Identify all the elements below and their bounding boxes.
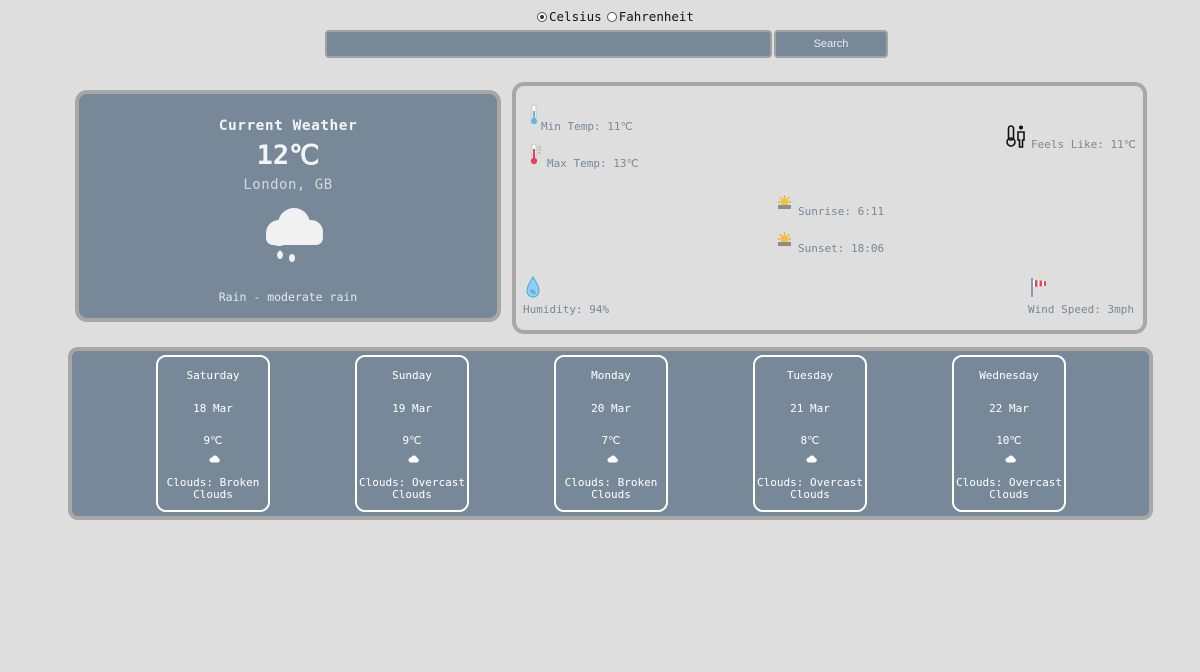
cloud-icon (607, 455, 618, 463)
celsius-label[interactable]: Celsius (549, 9, 602, 24)
cloud-icon (408, 455, 419, 463)
forecast-date: 19 Mar (392, 402, 432, 415)
cloud-icon (1005, 455, 1016, 463)
forecast-desc-line2: Clouds (790, 488, 830, 501)
cloud-icon (209, 455, 220, 463)
forecast-date: 22 Mar (989, 402, 1029, 415)
cloud-icon (806, 455, 817, 463)
forecast-card: Wednesday 22 Mar 10℃ Clouds: Overcast Clo… (952, 355, 1066, 512)
humidity-droplet-icon: % (526, 276, 540, 298)
fahrenheit-radio[interactable] (606, 11, 617, 22)
humidity-label: Humidity: 94% (523, 303, 610, 316)
sunset-label: Sunset: 18:06 (798, 242, 885, 255)
forecast-desc-line2: Clouds (591, 488, 631, 501)
search-button[interactable]: Search (774, 30, 888, 58)
sunrise-icon (778, 195, 791, 209)
forecast-date: 18 Mar (193, 402, 233, 415)
current-description: Rain - moderate rain (218, 290, 358, 304)
forecast-desc-line2: Clouds (392, 488, 432, 501)
forecast-date: 20 Mar (591, 402, 631, 415)
forecast-date: 21 Mar (790, 402, 830, 415)
current-weather-card: Current Weather 12℃ London, GB Rain - mo… (75, 90, 501, 322)
sunset-icon (778, 232, 791, 246)
rain-cloud-icon (266, 208, 323, 262)
forecast-description: Clouds: Broken Clouds (158, 477, 268, 501)
thermometer-hot-icon (530, 143, 541, 165)
forecast-card: Saturday 18 Mar 9℃ Clouds: Broken Clouds (156, 355, 270, 512)
svg-text:%: % (530, 289, 536, 296)
celsius-radio[interactable] (537, 11, 547, 22)
max-temp-label: Max Temp: 13℃ (547, 157, 639, 170)
forecast-card: Sunday 19 Mar 9℃ Clouds: Overcast Clouds (355, 355, 469, 512)
forecast-temp: 7℃ (601, 434, 621, 447)
forecast-card: Monday 20 Mar 7℃ Clouds: Broken Clouds (554, 355, 668, 512)
forecast-description: Clouds: Broken Clouds (556, 477, 666, 501)
forecast-day: Monday (591, 369, 631, 382)
current-weather-title: Current Weather (218, 118, 358, 134)
forecast-card: Tuesday 21 Mar 8℃ Clouds: Overcast Clouds (753, 355, 867, 512)
forecast-temp: 8℃ (800, 434, 820, 447)
feels-like-icon (1006, 125, 1025, 148)
feels-like-label: Feels Like: 11℃ (1031, 138, 1137, 151)
forecast-desc-line2: Clouds (989, 488, 1029, 501)
city-search-input[interactable] (325, 30, 772, 58)
unit-toggle: Celsius Fahrenheit (537, 9, 699, 24)
forecast-day: Wednesday (979, 369, 1039, 382)
weather-details-card: Min Temp: 11℃ Max Temp: 13℃ Feels Like: … (512, 82, 1147, 334)
min-temp-label: Min Temp: 11℃ (541, 120, 633, 133)
forecast-description: Clouds: Overcast Clouds (755, 477, 865, 501)
sunrise-label: Sunrise: 6:11 (798, 205, 885, 218)
forecast-description: Clouds: Overcast Clouds (357, 477, 467, 501)
current-location: London, GB (243, 177, 333, 193)
forecast-desc-line2: Clouds (193, 488, 233, 501)
forecast-day: Sunday (392, 369, 432, 382)
forecast-strip: Saturday 18 Mar 9℃ Clouds: Broken Clouds … (68, 347, 1153, 520)
current-temperature: 12℃ (256, 140, 320, 171)
wind-speed-label: Wind Speed: 3mph (1028, 303, 1134, 316)
fahrenheit-label[interactable]: Fahrenheit (619, 9, 694, 24)
forecast-temp: 9℃ (203, 434, 223, 447)
forecast-day: Saturday (186, 369, 240, 382)
forecast-day: Tuesday (786, 369, 834, 382)
forecast-temp: 9℃ (402, 434, 422, 447)
forecast-description: Clouds: Overcast Clouds (954, 477, 1064, 501)
forecast-temp: 10℃ (996, 434, 1022, 447)
thermometer-cold-icon (530, 104, 538, 125)
windsock-icon (1031, 278, 1046, 297)
